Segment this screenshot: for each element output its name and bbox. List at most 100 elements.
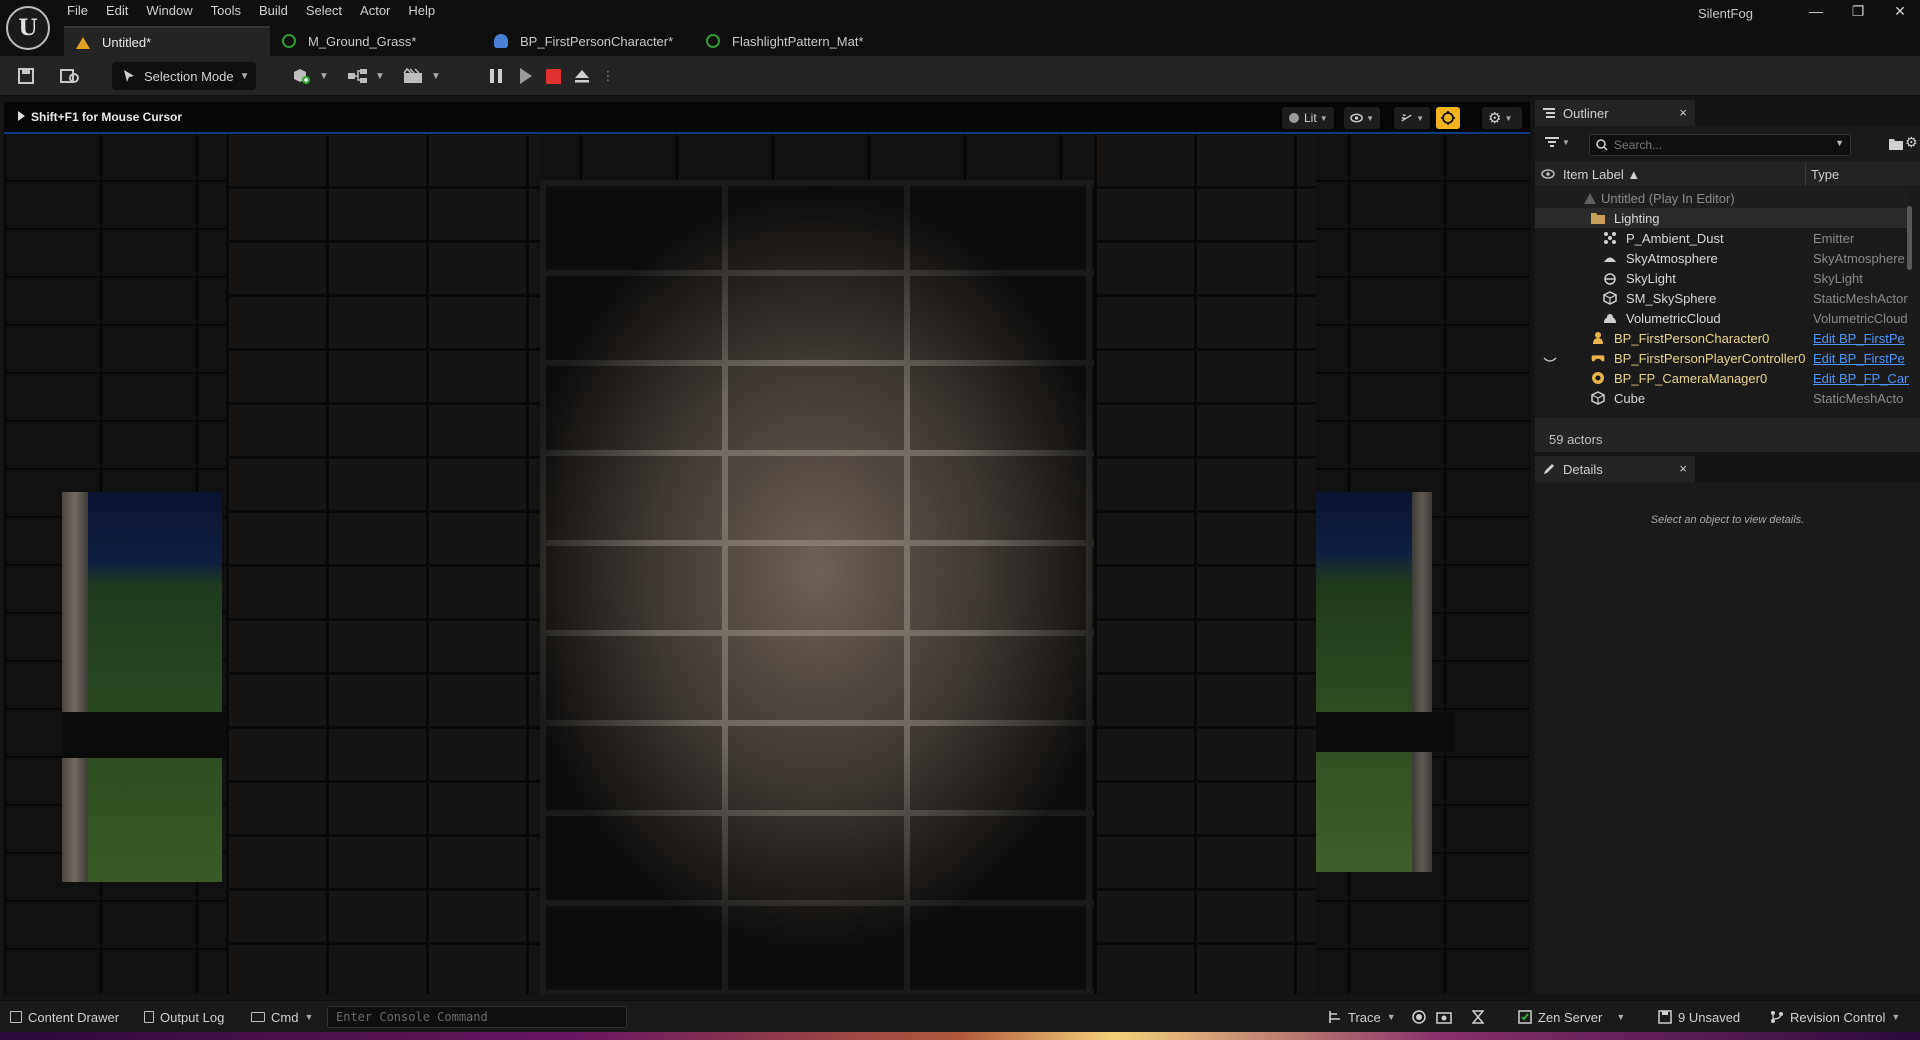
menu-tools[interactable]: Tools xyxy=(202,0,250,22)
show-flags-button[interactable]: ▼ xyxy=(1344,107,1380,129)
realtime-toggle-button[interactable] xyxy=(1436,107,1460,129)
filter-button[interactable]: ▼ xyxy=(1545,136,1570,148)
add-actor-icon[interactable]: ▼ xyxy=(290,64,330,88)
chevron-down-icon: ▼ xyxy=(1416,113,1424,123)
scene-window-right-frame xyxy=(1412,492,1432,872)
unsaved-button[interactable]: 9 Unsaved xyxy=(1658,1001,1740,1033)
mouse-cursor-hint[interactable]: Shift+F1 for Mouse Cursor xyxy=(18,110,182,124)
actor-count: 59 actors xyxy=(1549,432,1603,447)
close-icon[interactable]: × xyxy=(1679,105,1687,120)
eject-button[interactable] xyxy=(570,64,594,88)
more-options-icon[interactable]: ⋮ xyxy=(600,64,616,88)
column-type[interactable]: Type xyxy=(1807,167,1839,182)
tree-row[interactable]: Untitled (Play In Editor) xyxy=(1535,188,1909,208)
tree-row[interactable]: Cube StaticMeshActo xyxy=(1535,388,1909,408)
blueprint-pawn-icon xyxy=(494,34,508,48)
close-window-button[interactable]: ✕ xyxy=(1880,0,1920,22)
chevron-down-icon: ▼ xyxy=(1891,1012,1901,1022)
hourglass-icon[interactable] xyxy=(1472,1001,1484,1033)
tab-outliner[interactable]: Outliner × xyxy=(1535,100,1695,126)
cmd-label: Cmd xyxy=(271,1009,299,1025)
tab-m-ground-grass[interactable]: M_Ground_Grass* xyxy=(270,26,482,56)
view-mode-button[interactable]: Lit ▼ xyxy=(1282,107,1334,129)
zen-server-label: Zen Server xyxy=(1538,1009,1603,1025)
tab-bp-first-person-character[interactable]: BP_FirstPersonCharacter* xyxy=(482,26,694,56)
gear-icon[interactable]: ⚙ xyxy=(1905,134,1918,151)
advance-frame-button[interactable] xyxy=(514,64,538,88)
transform-snap-button[interactable]: ▼ xyxy=(1394,107,1430,129)
lit-sphere-icon xyxy=(1289,113,1299,123)
scene-pillar-left xyxy=(226,132,540,994)
static-mesh-icon xyxy=(1591,391,1605,405)
record-icon[interactable] xyxy=(1412,1001,1426,1033)
tree-row-type: StaticMeshActo xyxy=(1813,390,1904,406)
selection-mode-dropdown[interactable]: Selection Mode ▼ xyxy=(112,62,256,90)
screenshot-icon[interactable] xyxy=(1436,1001,1452,1033)
tree-row[interactable]: BP_FirstPersonPlayerController0 Edit BP_… xyxy=(1535,348,1909,368)
outliner-scrollbar[interactable] xyxy=(1907,206,1912,270)
content-drawer-button[interactable]: Content Drawer xyxy=(10,1001,119,1033)
tree-row[interactable]: SM_SkySphere StaticMeshActor xyxy=(1535,288,1909,308)
tree-row[interactable]: Lighting xyxy=(1535,208,1909,228)
tab-details[interactable]: Details × xyxy=(1535,456,1695,482)
stop-button[interactable] xyxy=(541,64,565,88)
search-input[interactable]: Search... ▼ xyxy=(1589,134,1851,156)
cinematics-icon[interactable]: ▼ xyxy=(402,64,442,88)
selection-mode-label: Selection Mode xyxy=(144,68,234,84)
tree-row[interactable]: BP_FirstPersonCharacter0 Edit BP_FirstPe xyxy=(1535,328,1909,348)
tree-row[interactable]: BP_FP_CameraManager0 Edit BP_FP_Can xyxy=(1535,368,1909,388)
menu-select[interactable]: Select xyxy=(297,0,351,22)
tree-row-label: P_Ambient_Dust xyxy=(1626,230,1724,246)
viewport-settings-button[interactable]: ⚙ ▼ xyxy=(1482,107,1522,129)
details-title: Details xyxy=(1563,461,1603,477)
tree-row[interactable]: VolumetricCloud VolumetricCloud xyxy=(1535,308,1909,328)
tree-row[interactable]: P_Ambient_Dust Emitter xyxy=(1535,228,1909,248)
tab-untitled[interactable]: Untitled* xyxy=(64,26,270,56)
hidden-eye-icon[interactable] xyxy=(1543,353,1557,367)
menu-help[interactable]: Help xyxy=(399,0,444,22)
tree-row[interactable]: SkyAtmosphere SkyAtmosphere xyxy=(1535,248,1909,268)
tree-row[interactable]: SkyLight SkyLight xyxy=(1535,268,1909,288)
unreal-logo-icon[interactable]: U xyxy=(6,6,50,50)
revision-control-dropdown[interactable]: Revision Control ▼ xyxy=(1770,1001,1900,1033)
blueprints-icon[interactable]: ▼ xyxy=(346,64,386,88)
output-log-button[interactable]: Output Log xyxy=(144,1001,224,1033)
pawn-icon xyxy=(1593,332,1603,344)
level-viewport[interactable]: Shift+F1 for Mouse Cursor Lit ▼ ▼ ▼ ⚙ ▼ xyxy=(4,102,1530,994)
output-log-icon xyxy=(144,1011,154,1023)
revision-control-label: Revision Control xyxy=(1790,1009,1886,1025)
console-command-input[interactable]: Enter Console Command xyxy=(327,1006,627,1028)
menu-build[interactable]: Build xyxy=(250,0,297,22)
chevron-down-icon: ▼ xyxy=(1562,137,1570,147)
menu-window[interactable]: Window xyxy=(137,0,201,22)
filter-icon xyxy=(1545,137,1559,147)
skylight-icon xyxy=(1604,273,1616,285)
cmd-dropdown[interactable]: Cmd ▼ xyxy=(251,1001,313,1033)
chevron-down-icon: ▼ xyxy=(319,70,329,82)
menu-edit[interactable]: Edit xyxy=(97,0,137,22)
tree-row-type-link[interactable]: Edit BP_FirstPe xyxy=(1813,331,1909,346)
outliner-title: Outliner xyxy=(1563,105,1609,121)
minimize-button[interactable]: — xyxy=(1796,0,1836,22)
pause-button[interactable] xyxy=(484,64,508,88)
content-drawer-icon xyxy=(10,1011,22,1023)
unsaved-icon xyxy=(1658,1010,1672,1024)
menu-actor[interactable]: Actor xyxy=(351,0,399,22)
tab-flashlight-pattern-mat[interactable]: FlashlightPattern_Mat* xyxy=(694,26,894,56)
expand-arrow-icon xyxy=(18,111,25,121)
trace-dropdown[interactable]: Trace ▼ xyxy=(1328,1001,1396,1033)
restore-button[interactable]: ❐ xyxy=(1838,0,1878,22)
sky-atmosphere-icon xyxy=(1604,257,1616,262)
tree-row-type-link[interactable]: Edit BP_FirstPe xyxy=(1813,351,1909,366)
column-item-label[interactable]: Item Label ▲ xyxy=(1563,167,1640,182)
tree-row-type-link[interactable]: Edit BP_FP_Can xyxy=(1813,371,1909,386)
save-icon[interactable] xyxy=(14,64,38,88)
zen-server-dropdown[interactable]: Zen Server ▼ xyxy=(1518,1001,1625,1033)
chevron-down-icon: ▼ xyxy=(239,70,250,82)
add-folder-icon[interactable] xyxy=(1889,137,1903,153)
browse-content-icon[interactable] xyxy=(58,64,82,88)
menu-file[interactable]: File xyxy=(58,0,97,22)
tab-label: BP_FirstPersonCharacter* xyxy=(520,33,674,49)
close-icon[interactable]: × xyxy=(1679,461,1687,476)
gear-icon: ⚙ xyxy=(1488,110,1502,127)
